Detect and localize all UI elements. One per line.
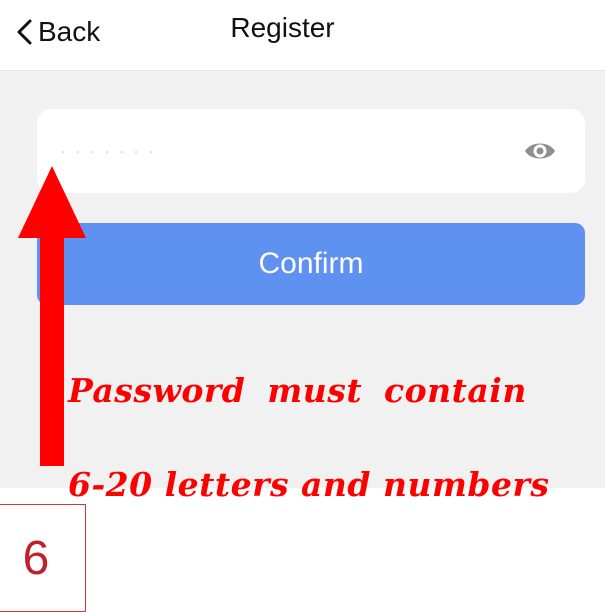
step-number: 6 xyxy=(22,531,50,585)
up-arrow-icon xyxy=(18,166,86,466)
password-hint-line-1: Password must contain xyxy=(68,371,527,410)
password-field[interactable] xyxy=(37,109,585,195)
eye-icon[interactable] xyxy=(523,137,557,165)
password-hint-line-2: 6-20 letters and numbers xyxy=(68,465,550,504)
confirm-button[interactable]: Confirm xyxy=(37,223,585,305)
password-input[interactable] xyxy=(57,109,501,195)
page-title: Register xyxy=(230,12,335,43)
register-content: Confirm xyxy=(0,71,605,488)
nav-bar: Back Register xyxy=(0,0,605,71)
